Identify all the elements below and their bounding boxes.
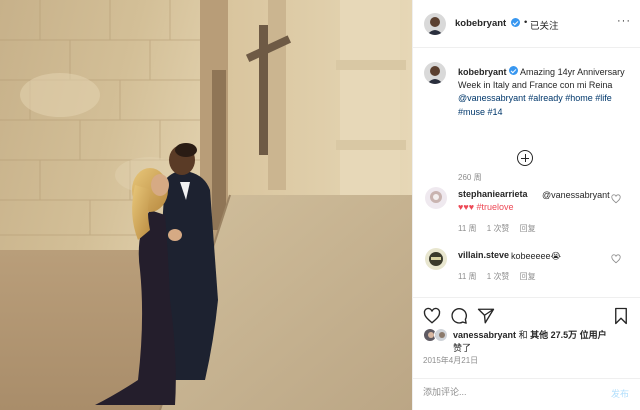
caption-mention[interactable]: @vanessabryant [458, 93, 526, 103]
comment-text: ♥♥♥ #truelove [458, 201, 514, 214]
likes-suffix[interactable]: 位用户 [580, 330, 607, 340]
header-username[interactable]: kobebryant [455, 18, 506, 29]
likes-text: vanessabryant 和 其他 27.5万 位用户 赞了 [453, 329, 633, 354]
comment-time: 11 周 [458, 272, 477, 281]
post-side-panel: kobebryant • 已关注 ··· kobebryant Amazing … [412, 0, 640, 410]
add-comment-bar: 发布 [413, 378, 640, 410]
comment-mention[interactable]: @vanessabryant [542, 189, 610, 202]
avatar[interactable] [425, 187, 447, 209]
post-header: kobebryant • 已关注 ··· [413, 0, 640, 48]
avatar[interactable] [425, 248, 447, 270]
header-separator: • [524, 17, 528, 28]
reply-button[interactable]: 回复 [520, 272, 536, 281]
avatar[interactable] [434, 328, 448, 342]
verified-badge-icon [509, 66, 519, 75]
post-comment-button[interactable]: 发布 [611, 387, 629, 400]
paper-plane-icon[interactable] [477, 307, 495, 325]
comment-meta: 11 周 1 次赞 回复 [458, 223, 544, 234]
comment-icon[interactable] [450, 307, 468, 325]
reply-button[interactable]: 回复 [520, 224, 536, 233]
comment-username[interactable]: stephaniearrieta [458, 189, 528, 199]
comment-input[interactable] [423, 387, 583, 397]
comment-likes[interactable]: 1 次赞 [487, 272, 510, 281]
post-photo[interactable] [0, 0, 412, 410]
avatar[interactable] [424, 13, 446, 35]
verified-badge-icon [511, 18, 520, 27]
comment-time: 11 周 [458, 224, 477, 233]
caption-time: 260 周 [458, 173, 482, 182]
comment-likes[interactable]: 1 次赞 [487, 224, 510, 233]
liker-username[interactable]: vanessabryant [453, 330, 516, 340]
likes-liked: 赞了 [453, 342, 472, 353]
post-actions-section: vanessabryant 和 其他 27.5万 位用户 赞了 2015年4月2… [413, 297, 640, 410]
heart-icon[interactable] [423, 307, 441, 325]
caption-text: kobebryant Amazing 14yr Anniversary Week… [458, 66, 633, 119]
comment-text: kobeeeee😭 [511, 251, 562, 261]
likes-others[interactable]: 其他 [530, 330, 548, 340]
liker-avatars [423, 328, 449, 342]
bookmark-icon[interactable] [612, 307, 630, 325]
comment-meta: 11 周 1 次赞 回复 [458, 271, 544, 282]
comment-heart-icon[interactable] [611, 254, 621, 264]
photo-illustration [0, 0, 412, 410]
likes-and: 和 [518, 330, 528, 340]
avatar[interactable] [424, 62, 446, 84]
plus-circle-icon[interactable] [517, 150, 533, 166]
comment-username[interactable]: villain.steve [458, 250, 509, 260]
likes-count[interactable]: 27.5万 [551, 330, 578, 340]
instagram-post-dialog: kobebryant • 已关注 ··· kobebryant Amazing … [0, 0, 640, 410]
post-date: 2015年4月21日 [423, 356, 479, 365]
more-options-icon[interactable]: ··· [617, 15, 631, 27]
comment-heart-icon[interactable] [611, 194, 621, 204]
comment-hearts: ♥♥♥ #truelove [458, 202, 514, 212]
following-status-button[interactable]: 已关注 [530, 18, 559, 32]
caption-username[interactable]: kobebryant [458, 67, 507, 77]
